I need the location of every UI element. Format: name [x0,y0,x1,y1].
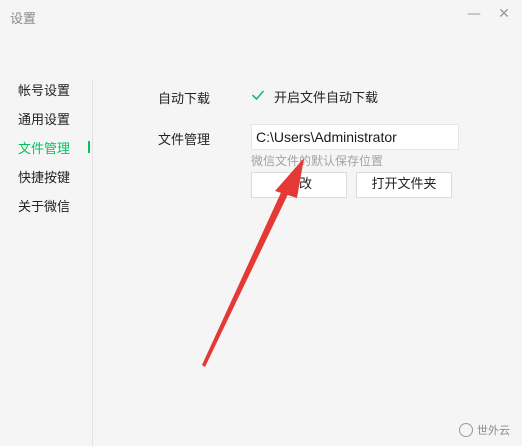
watermark: 世外云 [459,422,510,438]
file-management-label: 文件管理 [158,133,211,148]
watermark-text: 世外云 [477,424,510,437]
file-path-field[interactable]: C:\Users\Administrator [251,124,459,150]
watermark-logo-icon [459,423,473,437]
close-button[interactable]: ✕ [494,4,514,24]
settings-window: 设置 — ✕ 帐号设置 通用设置 文件管理 快捷按键 关于微信 自动下载 开启文… [0,0,522,446]
sidebar-item-general[interactable]: 通用设置 [18,109,70,128]
file-path-hint: 微信文件的默认保存位置 [251,154,384,168]
sidebar-item-file-management[interactable]: 文件管理 [18,138,70,157]
settings-content: 自动下载 开启文件自动下载 文件管理 C:\Users\Administrato… [93,34,522,446]
auto-download-label: 自动下载 [158,92,211,107]
open-folder-button[interactable]: 打开文件夹 [356,172,452,198]
change-button[interactable]: 更改 [251,172,347,198]
settings-sidebar: 帐号设置 通用设置 文件管理 快捷按键 关于微信 [0,70,92,446]
sidebar-item-account[interactable]: 帐号设置 [18,80,70,99]
window-title: 设置 [10,12,37,27]
sidebar-item-about[interactable]: 关于微信 [18,196,70,215]
checkmark-icon [252,90,264,100]
title-bar[interactable]: 设置 — ✕ [0,0,522,34]
auto-download-checkbox[interactable] [250,87,266,103]
auto-download-checkbox-label[interactable]: 开启文件自动下载 [274,87,378,106]
sidebar-item-shortcuts[interactable]: 快捷按键 [18,167,70,186]
active-indicator [88,141,90,153]
minimize-button[interactable]: — [464,4,484,24]
